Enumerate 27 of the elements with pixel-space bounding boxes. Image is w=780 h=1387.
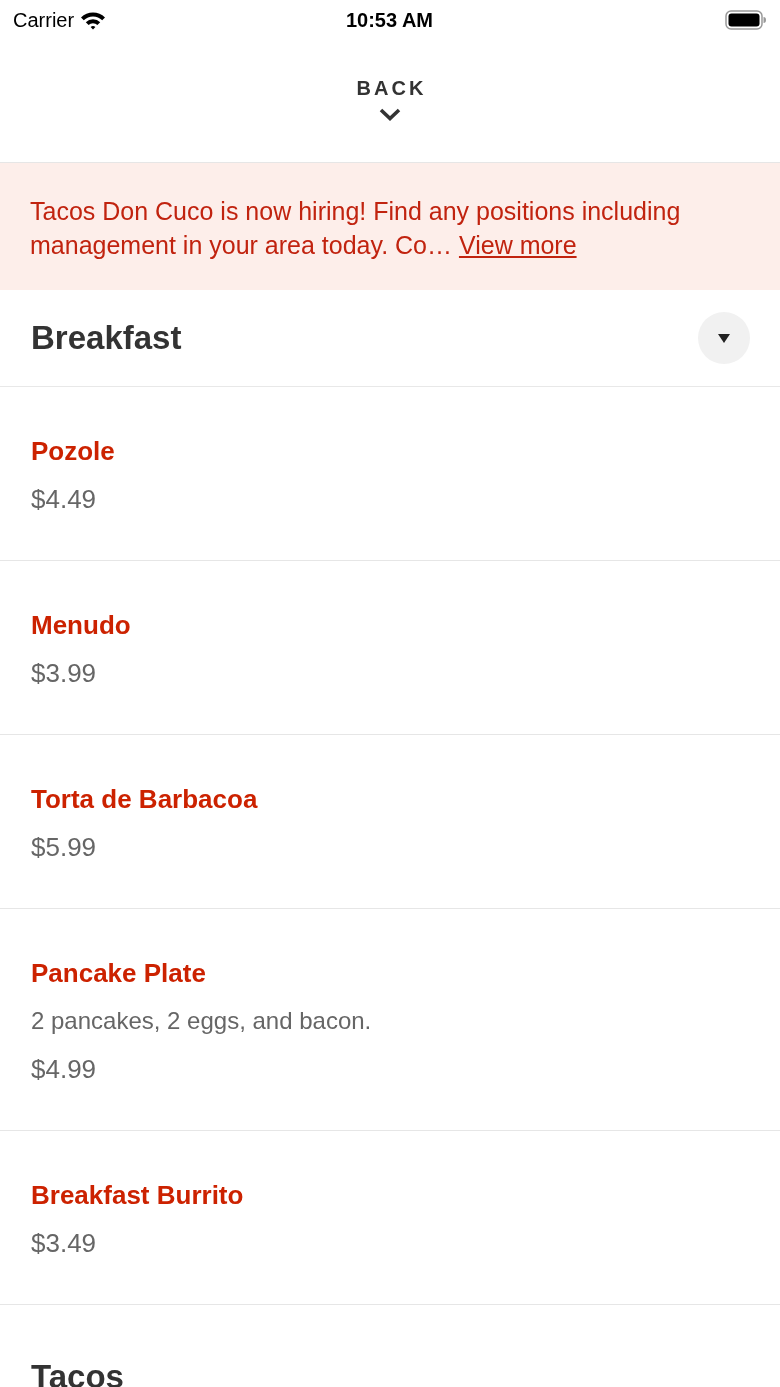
chevron-down-icon bbox=[379, 108, 401, 121]
section-title: Breakfast bbox=[31, 319, 182, 357]
item-price: $4.99 bbox=[31, 1053, 97, 1086]
battery-icon bbox=[725, 10, 766, 30]
item-price: $3.49 bbox=[31, 1227, 97, 1260]
wifi-icon bbox=[80, 10, 107, 30]
item-name: Torta de Barbacoa bbox=[31, 783, 258, 816]
menu-item[interactable]: Menudo $3.99 bbox=[0, 561, 780, 735]
menu-item[interactable]: Breakfast Burrito $3.49 bbox=[0, 1131, 780, 1305]
item-price: $5.99 bbox=[31, 831, 97, 864]
view-more-link[interactable]: View more bbox=[458, 231, 577, 259]
collapse-button[interactable] bbox=[698, 312, 750, 364]
item-price: $3.99 bbox=[31, 657, 97, 690]
item-name: Menudo bbox=[31, 609, 131, 642]
dropdown-triangle-icon bbox=[718, 333, 730, 343]
hiring-message: Tacos Don Cuco is now hiring! Find any positions including management in your area today. Co… View more bbox=[30, 196, 682, 261]
carrier-name: Carrier bbox=[13, 8, 75, 32]
menu-item[interactable]: Torta de Barbacoa $5.99 bbox=[0, 735, 780, 909]
menu-item[interactable]: Pancake Plate 2 pancakes, 2 eggs, and bacon. $4.99 bbox=[0, 909, 780, 1131]
item-price: $4.49 bbox=[31, 483, 97, 516]
item-name: Pancake Plate bbox=[31, 957, 206, 990]
menu-item[interactable]: Pozole $4.49 bbox=[0, 387, 780, 561]
item-name: Pozole bbox=[31, 435, 115, 468]
clock-time: 10:53 AM bbox=[345, 8, 434, 32]
back-button[interactable]: BACK bbox=[356, 74, 427, 102]
item-description: 2 pancakes, 2 eggs, and bacon. bbox=[31, 1006, 372, 1036]
item-name: Breakfast Burrito bbox=[31, 1179, 244, 1212]
